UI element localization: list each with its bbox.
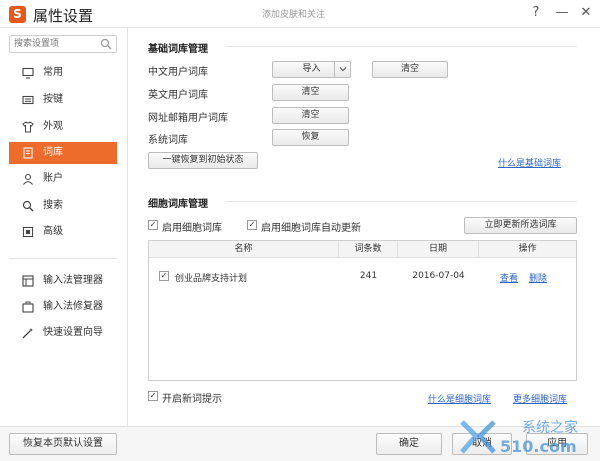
sidebar-item-label: 词库	[43, 147, 63, 158]
chinese-user-dict-label: 中文用户词库	[148, 67, 208, 78]
sidebar-item-search[interactable]: 搜索	[9, 195, 117, 217]
url-email-dict-label: 网址邮箱用户词库	[148, 113, 228, 124]
watermark-brand: 系统之家	[522, 420, 578, 436]
enable-cell-dict-label: 启用细胞词库	[162, 223, 222, 234]
system-dict-label: 系统词库	[148, 135, 188, 146]
basic-dict-help-link[interactable]: 什么是基础词库	[498, 156, 561, 169]
close-button[interactable]: ✕	[576, 3, 596, 23]
sidebar-divider	[9, 258, 117, 259]
help-button[interactable]: ?	[526, 3, 546, 23]
watermark-site: 510.com	[500, 437, 577, 456]
column-header-date[interactable]: 日期	[398, 241, 479, 258]
sidebar-item-dictionary[interactable]: 词库	[9, 142, 117, 164]
search-icon	[22, 200, 34, 212]
sogou-logo-icon: S	[9, 6, 26, 23]
cell-dictionary-title: 细胞词库管理	[148, 199, 208, 210]
cell-dictionary-table: 名称 词条数 日期 操作 ✓ 创业品牌支持计划 241 2016-07-04 查…	[148, 240, 577, 381]
column-header-count[interactable]: 词条数	[339, 241, 398, 258]
advanced-icon	[22, 226, 34, 238]
sidebar-item-advanced[interactable]: 高级	[9, 221, 117, 243]
row-delete-link[interactable]: 删除	[529, 271, 547, 284]
sidebar-item-label: 按键	[43, 94, 63, 105]
checkbox-checked-icon[interactable]: ✓	[148, 391, 158, 401]
row-name: 创业品牌支持计划	[175, 274, 248, 284]
sidebar-item-account[interactable]: 账户	[9, 168, 117, 190]
checkbox-checked-icon[interactable]: ✓	[148, 220, 158, 230]
window-subtitle: 添加皮肤和关注	[262, 10, 326, 20]
sidebar-item-common[interactable]: 常用	[9, 62, 117, 84]
sidebar-tool-wizard[interactable]: 快速设置向导	[9, 322, 117, 344]
user-icon	[23, 173, 33, 185]
column-header-actions: 操作	[518, 244, 537, 254]
title-bar: S 属性设置 添加皮肤和关注 ? — ✕	[0, 0, 600, 28]
sidebar-item-label: 常用	[43, 67, 63, 78]
dictionary-settings-panel: 基础词库管理 中文用户词库 导入 清空 英文用户词库 清空 网址邮箱用户词库 清…	[129, 28, 600, 426]
sidebar-item-appearance[interactable]: 外观	[9, 116, 117, 138]
sidebar-tool-manager[interactable]: 输入法管理器	[9, 270, 117, 292]
restore-defaults-button[interactable]: 恢复本页默认设置	[9, 433, 117, 455]
import-button[interactable]: 导入	[272, 61, 351, 78]
import-button-label: 导入	[302, 64, 321, 74]
sidebar-search[interactable]	[9, 35, 117, 53]
auto-update-checkbox[interactable]: ✓ 启用细胞词库自动更新	[247, 219, 361, 234]
cell-dict-help-link[interactable]: 什么是细胞词库	[428, 392, 491, 405]
sidebar-item-keys[interactable]: 按键	[9, 89, 117, 111]
manager-icon	[22, 275, 34, 287]
english-user-dict-label: 英文用户词库	[148, 90, 208, 101]
search-input[interactable]	[10, 36, 96, 52]
watermark-logo-icon	[460, 420, 496, 454]
group-divider	[225, 46, 577, 47]
row-checkbox-checked-icon[interactable]: ✓	[159, 271, 169, 281]
sidebar-tool-label: 输入法修复器	[43, 301, 103, 312]
checkbox-checked-icon[interactable]: ✓	[247, 220, 257, 230]
search-icon[interactable]	[100, 38, 112, 50]
clear-url-dict-button[interactable]: 清空	[272, 107, 349, 124]
clear-chinese-dict-button[interactable]: 清空	[372, 61, 448, 78]
keyboard-icon	[22, 95, 34, 105]
ok-button[interactable]: 确定	[376, 433, 442, 455]
sidebar-tool-repair[interactable]: 输入法修复器	[9, 296, 117, 318]
new-word-tip-checkbox[interactable]: ✓ 开启新词提示	[148, 390, 222, 405]
sidebar-tool-label: 快速设置向导	[43, 327, 103, 338]
wizard-icon	[22, 328, 33, 339]
restore-system-dict-button[interactable]: 恢复	[272, 129, 349, 146]
import-dropdown[interactable]	[334, 62, 350, 77]
row-view-link[interactable]: 查看	[500, 271, 518, 284]
monitor-icon	[22, 67, 34, 79]
new-word-tip-label: 开启新词提示	[162, 394, 222, 405]
repair-icon	[22, 301, 34, 313]
dictionary-icon	[23, 147, 33, 159]
sidebar-item-label: 外观	[43, 121, 63, 132]
site-watermark: 系统之家 510.com	[456, 414, 596, 460]
reset-all-button[interactable]: 一键恢复到初始状态	[148, 152, 258, 169]
row-count: 241	[359, 271, 378, 281]
enable-cell-dict-checkbox[interactable]: ✓ 启用细胞词库	[148, 219, 222, 234]
group-divider	[225, 201, 577, 202]
column-header-name[interactable]: 名称	[149, 241, 339, 258]
window-title: 属性设置	[33, 7, 94, 25]
sidebar-item-label: 账户	[43, 173, 63, 184]
row-date: 2016-07-04	[412, 271, 465, 281]
minimize-button[interactable]: —	[552, 3, 572, 23]
sidebar-item-label: 搜索	[43, 200, 63, 211]
sidebar-tool-label: 输入法管理器	[43, 275, 103, 286]
table-header: 名称 词条数 日期 操作	[149, 241, 576, 258]
auto-update-label: 启用细胞词库自动更新	[261, 223, 361, 234]
chevron-down-icon	[339, 67, 346, 72]
sidebar-item-label: 高级	[43, 226, 63, 237]
more-cell-dict-link[interactable]: 更多细胞词库	[513, 392, 567, 405]
sidebar: 常用 按键 外观 词库 账户 搜索 高级 输入法管理器 输入法修复器 快速设置向…	[0, 28, 128, 426]
basic-dictionary-title: 基础词库管理	[148, 44, 208, 55]
shirt-icon	[22, 121, 34, 133]
update-selected-button[interactable]: 立即更新所选词库	[464, 217, 577, 234]
clear-english-dict-button[interactable]: 清空	[272, 84, 349, 101]
